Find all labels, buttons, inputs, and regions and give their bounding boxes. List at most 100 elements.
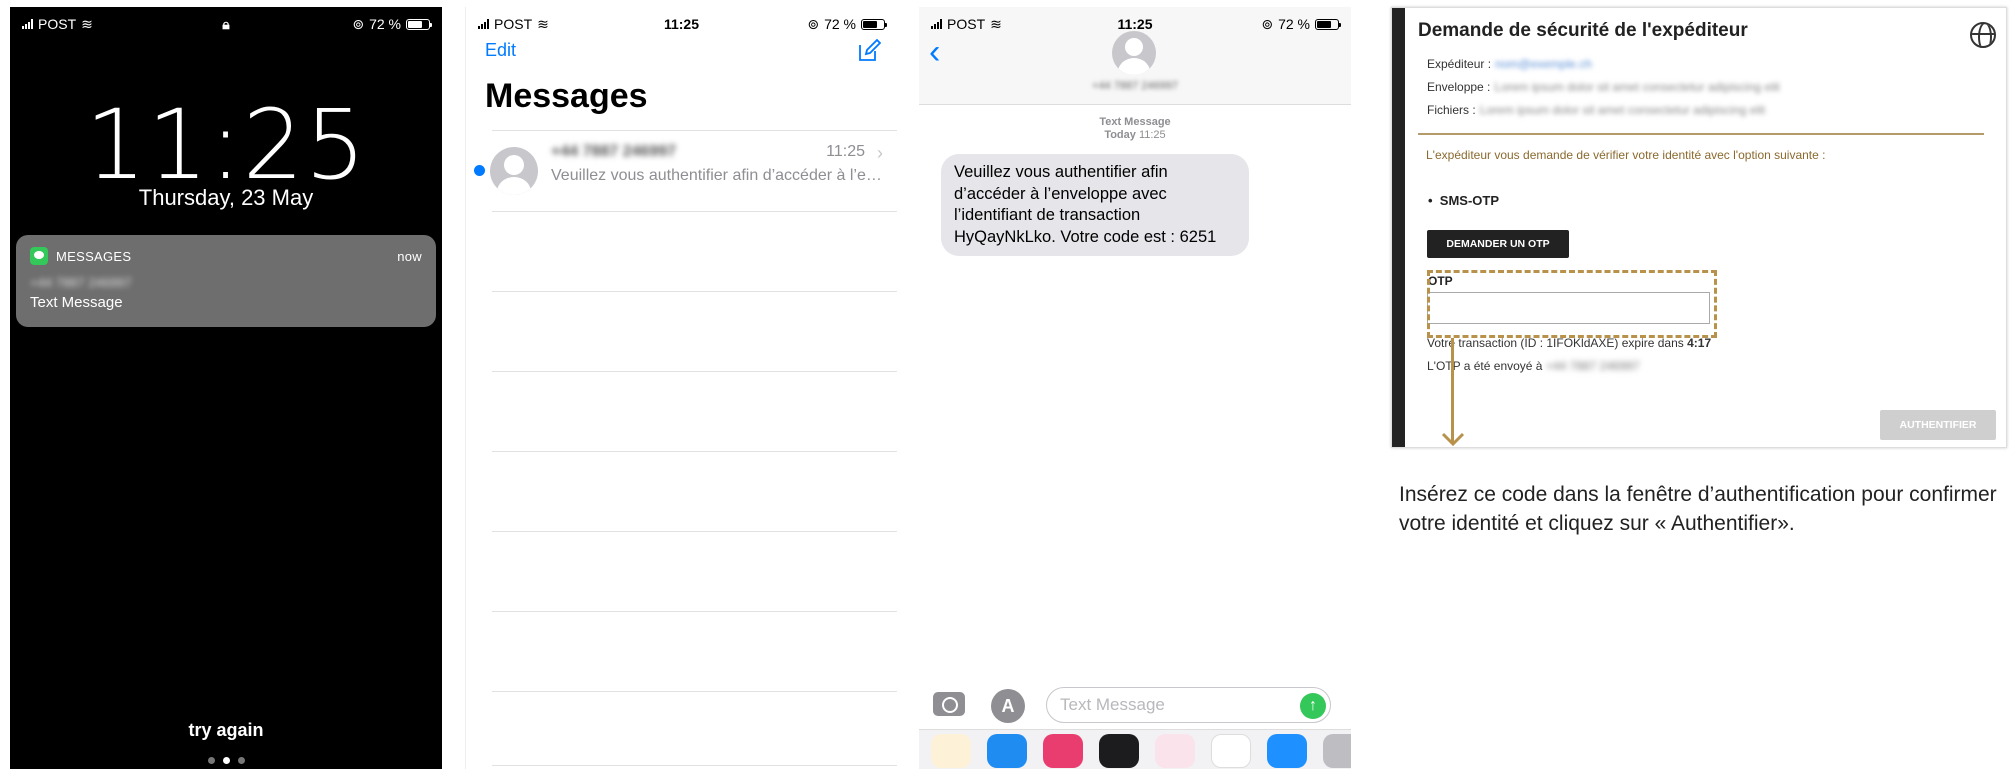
page-dot [207,757,215,764]
divider [492,211,897,212]
sms-notification[interactable]: MESSAGES now +44 7887 246997 Text Messag… [16,235,436,327]
digital-touch-app-icon[interactable] [1099,734,1139,768]
camera-dot-icon [237,757,245,764]
files-label: Fichiers : [1427,103,1476,117]
security-request-window: Demande de sécurité de l'expéditeur Expé… [1391,7,2007,448]
instruction-caption: Insérez ce code dans la fenêtre d’authen… [1399,483,1997,535]
otp-sent-label: L'OTP a été envoyé à [1427,359,1543,373]
photos-app-icon[interactable] [931,734,971,768]
message-time: 11:25 [1138,129,1166,141]
battery-icon [861,18,887,30]
request-otp-button[interactable]: DEMANDER UN OTP [1427,230,1569,258]
highlight-box [1427,270,1717,338]
message-bubble[interactable]: Veuillez vous authentifier afin d’accéde… [941,154,1249,256]
otp-sent-value: +44 7887 246997 [1545,359,1640,373]
message-day: Today [1104,129,1136,141]
envelope-row: Enveloppe : Lorem ipsum dolor sit amet co… [1427,80,1780,94]
message-input[interactable]: Text Message ↑ [1046,687,1331,723]
page-dot-active [222,757,230,764]
divider [1418,133,1984,135]
wifi-icon: ≋ [537,15,549,32]
imessage-app-drawer [919,729,1351,769]
back-chevron-icon[interactable]: ‹ [929,33,940,72]
wifi-icon: ≋ [990,15,1002,32]
unread-dot [474,165,485,176]
pointer-arrow-line [1451,338,1454,442]
window-edge [1392,8,1405,447]
sender-value: nom@exemple.ch [1495,57,1592,71]
divider [492,291,897,292]
sender-row: Expéditeur : nom@exemple.ch [1427,57,1592,71]
notification-title: Text Message [30,294,123,311]
orientation-lock-icon: ⊚ [1261,15,1274,32]
arrow-down-icon [1441,432,1465,446]
divider [492,531,897,532]
battery-icon [406,18,432,30]
notification-app-name: MESSAGES [56,248,132,264]
message-input-placeholder: Text Message [1060,695,1165,714]
app-store-icon[interactable]: A [991,689,1025,723]
status-bar: POST ≋ 🔒︎ ⊚ 72 % [10,7,442,41]
battery-percent: 72 % [824,16,856,32]
conversation-time: 11:25 [826,143,865,160]
battery-icon [1315,18,1341,30]
files-value: Lorem ipsum dolor sit amet consectetur a… [1479,103,1766,117]
conversation-preview: Veuillez vous authentifier afin d’accéde… [551,167,882,184]
notification-sender: +44 7887 246997 [30,275,132,290]
sender-label: Expéditeur : [1427,57,1492,71]
globe-icon[interactable] [1970,22,1996,48]
try-again-label: try again [188,720,264,740]
message-timestamp: Text Message Today 11:25 [919,116,1351,142]
carrier-label: POST [947,16,986,32]
app-store-app-icon[interactable] [987,734,1027,768]
otp-sent-to: L'OTP a été envoyé à +44 7887 246997 [1427,359,1640,373]
carrier-label: POST [38,16,77,32]
conversation-row[interactable]: +44 7887 246997 11:25 › Veuillez vous au… [466,131,897,211]
chevron-right-icon: › [877,143,883,163]
divider [492,451,897,452]
divider [492,371,897,372]
countdown: 4:17 [1687,336,1712,350]
transaction-text: Votre transaction (ID : 1IFOKldAXE) expi… [1427,336,1684,350]
status-bar: POST ≋ 11:25 ⊚ 72 % [466,7,897,41]
shazam-app-icon[interactable] [1267,734,1307,768]
signal-icon [931,19,942,29]
conversation-sender: +44 7887 246997 [551,143,677,160]
orientation-lock-icon: ⊚ [807,15,820,32]
authenticate-button[interactable]: AUTHENTIFIER [1880,410,1996,440]
signal-icon [22,19,33,29]
messages-list-screen: POST ≋ 11:25 ⊚ 72 % Edit Messages +44 78… [465,7,897,769]
edit-button[interactable]: Edit [485,40,516,61]
compose-bar: A Text Message ↑ [919,685,1351,725]
camera-icon[interactable] [933,692,965,716]
lock-date: Thursday, 23 May [138,185,314,210]
conversation-screen: POST ≋ 11:25 ⊚ 72 % ‹ +44 7887 246997 Te… [919,7,1351,769]
page-title: Demande de sécurité de l'expéditeur [1418,20,1748,41]
divider [492,765,897,766]
page-dots [10,757,442,764]
avatar [490,147,538,195]
lock-screen: POST ≋ 🔒︎ ⊚ 72 % 11:25 Thursday, 23 May … [10,7,442,769]
more-apps-icon[interactable] [1323,734,1351,768]
image-search-app-icon[interactable] [1043,734,1083,768]
music-app-icon[interactable] [1155,734,1195,768]
contact-name[interactable]: +44 7887 246997 [919,80,1351,92]
notification-time: now [397,248,422,264]
messages-app-icon [30,247,48,265]
carrier-label: POST [494,16,533,32]
verification-option: • SMS-OTP [1428,193,1500,208]
battery-percent: 72 % [1278,16,1310,32]
wifi-icon: ≋ [81,15,93,32]
page-title: Messages [485,77,648,115]
option-label: SMS-OTP [1439,193,1500,208]
nrj-app-icon[interactable] [1211,734,1251,768]
battery-percent: 72 % [369,16,401,32]
orientation-lock-icon: ⊚ [352,15,365,32]
message-type: Text Message [1099,116,1171,128]
compose-icon[interactable] [857,39,881,63]
envelope-label: Enveloppe : [1427,80,1491,94]
contact-avatar[interactable] [1112,31,1156,75]
verification-info: L'expéditeur vous demande de vérifier vo… [1426,148,1826,162]
divider [492,611,897,612]
send-arrow-icon[interactable]: ↑ [1300,693,1326,719]
